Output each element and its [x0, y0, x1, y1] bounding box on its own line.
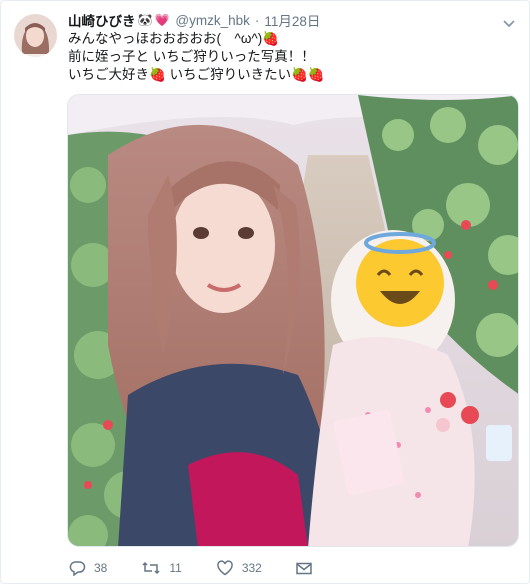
- avatar[interactable]: [14, 14, 57, 57]
- retweet-count: 11: [169, 561, 182, 575]
- author-handle[interactable]: @ymzk_hbk: [175, 13, 249, 28]
- envelope-icon: [296, 562, 312, 575]
- tweet-actions: 38 11 332: [69, 558, 346, 578]
- like-count: 332: [241, 561, 262, 575]
- strawberry-emoji-icon: 🍓: [307, 67, 325, 82]
- tweet-text: みんなやっほおおおおお( ^ω^)🍓 前に姪っ子と いちご狩りいった写真！！ い…: [68, 30, 518, 84]
- retweet-button[interactable]: 11: [141, 561, 182, 575]
- tweet-line-3: いちご大好き🍓 いちご狩りいきたい🍓🍓: [68, 67, 325, 82]
- tweet-line-2: 前に姪っ子と いちご狩りいった写真！！: [68, 49, 315, 64]
- tweet-header: 山崎ひびき 🐼 💗 @ymzk_hbk · 11月28日: [68, 10, 320, 30]
- heart-icon: [216, 560, 234, 576]
- reply-button[interactable]: 38: [69, 560, 107, 576]
- retweet-icon: [141, 561, 161, 575]
- author-name[interactable]: 山崎ひびき: [68, 10, 136, 30]
- reply-count: 38: [94, 561, 108, 575]
- tweet-timestamp[interactable]: 11月28日: [264, 10, 320, 30]
- direct-message-button[interactable]: [296, 562, 312, 575]
- separator-dot: ·: [254, 12, 260, 28]
- reply-icon: [69, 560, 86, 576]
- tweet-card[interactable]: 山崎ひびき 🐼 💗 @ymzk_hbk · 11月28日 みんなやっほおおおおお…: [0, 0, 530, 584]
- tweet-photo[interactable]: [67, 94, 519, 547]
- strawberry-emoji-icon: 🍓: [291, 67, 308, 82]
- tweet-line-1: みんなやっほおおおおお( ^ω^)🍓: [68, 31, 280, 46]
- heart-emoji-icon: 💗: [154, 13, 170, 27]
- like-button[interactable]: 332: [216, 560, 262, 576]
- strawberry-emoji-icon: 🍓: [262, 31, 280, 46]
- panda-icon: 🐼: [137, 13, 153, 27]
- strawberry-emoji-icon: 🍓: [149, 67, 166, 82]
